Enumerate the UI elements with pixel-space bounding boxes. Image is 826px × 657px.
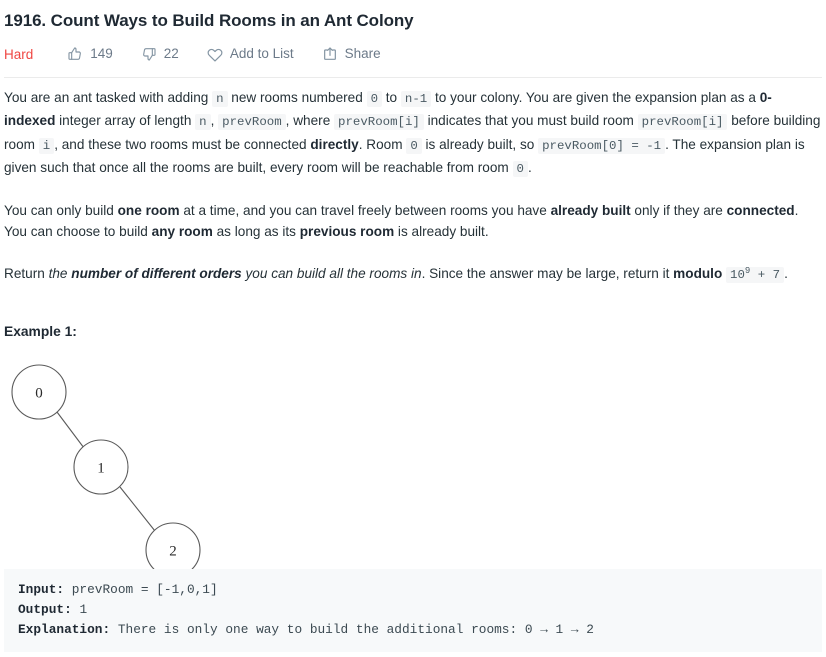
example-graph: 0 1 2 — [4, 353, 822, 578]
code-span-prevroom-i: prevRoom[i] — [334, 114, 424, 131]
code-span-prevroom: prevRoom — [218, 114, 286, 131]
text-fragment: . — [784, 265, 788, 281]
text-fragment: to your colony. You are given the expans… — [431, 90, 760, 105]
text-fragment: , and these two rooms must be connected — [54, 136, 311, 152]
text-fragment: is already built, so — [421, 136, 539, 152]
bold-connected: connected — [726, 203, 795, 219]
share-label: Share — [344, 46, 381, 61]
text-fragment: as long as its — [212, 224, 300, 240]
bold-any-room: any room — [151, 224, 213, 240]
bold-italic-number-of-orders: number of different orders — [71, 265, 242, 281]
graph-nodes: 0 1 2 — [11, 364, 201, 578]
code-span-n: n — [212, 91, 228, 107]
difficulty-badge: Hard — [4, 46, 34, 62]
explanation-value: There is only one way to build the addit… — [110, 622, 594, 638]
input-value: prevRoom = [-1,0,1] — [64, 582, 218, 598]
action-bar: Hard 149 22 Add to List Share — [4, 43, 822, 65]
text-fragment: to — [382, 90, 401, 105]
graph-node-label: 2 — [169, 544, 177, 560]
code-span-prevroom-i-2: prevRoom[i] — [637, 114, 728, 131]
bold-directly: directly — [310, 136, 359, 152]
example-code-block: Input: prevRoom = [-1,0,1] Output: 1 Exp… — [4, 569, 822, 653]
problem-description: You are an ant tasked with adding n new … — [4, 78, 822, 653]
explanation-label: Explanation: — [18, 622, 111, 638]
thumbs-down-icon — [141, 46, 157, 62]
code-span-n-minus-1: n-1 — [400, 91, 432, 107]
output-label: Output: — [18, 602, 72, 618]
problem-page: 1916. Count Ways to Build Rooms in an An… — [0, 10, 826, 653]
italic-build-rooms: you can build all the rooms in — [241, 265, 422, 281]
graph-node-label: 0 — [35, 386, 43, 402]
bold-previous-room: previous room — [299, 224, 395, 240]
text-fragment: integer array of length — [55, 113, 196, 129]
output-value: 1 — [71, 602, 88, 618]
text-fragment: at a time, and you can travel freely bet… — [179, 203, 551, 219]
graph-edge — [56, 411, 85, 449]
graph-svg: 0 1 2 — [11, 364, 201, 578]
text-fragment: new rooms numbered — [227, 90, 367, 105]
text-fragment: . Room — [358, 136, 407, 152]
code-span-prevroom-0-eq: prevRoom[0] = -1 — [538, 137, 666, 154]
share-button[interactable]: Share — [322, 46, 381, 62]
modulo-rest: + 7 — [750, 267, 781, 282]
graph-edge — [119, 486, 156, 532]
bold-one-room: one room — [117, 203, 180, 219]
example-heading: Example 1: — [4, 324, 77, 340]
text-fragment: is already built. — [394, 224, 489, 240]
modulo-base: 10 — [730, 267, 745, 282]
text-fragment: You can only build — [4, 203, 118, 219]
text-fragment: , where — [285, 113, 335, 129]
code-span-zero: 0 — [366, 91, 382, 107]
code-span-n-2: n — [195, 114, 211, 131]
like-count: 149 — [90, 46, 113, 61]
text-fragment: only if they are — [630, 203, 727, 219]
add-to-list-button[interactable]: Add to List — [207, 46, 294, 62]
code-span-zero-2: 0 — [406, 137, 422, 154]
italic-the: the — [48, 265, 72, 281]
input-label: Input: — [18, 582, 65, 598]
code-span-modulo-value: 109 + 7 — [726, 266, 785, 283]
text-fragment: You are an ant tasked with adding — [4, 90, 213, 105]
text-fragment: indicates that you must build room — [423, 113, 638, 129]
text-fragment: Return — [4, 265, 49, 281]
heart-icon — [207, 46, 223, 62]
page-title: 1916. Count Ways to Build Rooms in an An… — [4, 11, 414, 30]
code-span-i: i — [38, 137, 55, 154]
dislike-button[interactable]: 22 — [141, 46, 179, 62]
text-fragment: . Since the answer may be large, return … — [421, 265, 674, 281]
add-to-list-label: Add to List — [229, 46, 294, 61]
text-fragment: . — [527, 159, 532, 175]
thumbs-up-icon — [67, 46, 83, 62]
code-span-zero-3: 0 — [512, 160, 528, 177]
description-paragraph-2: You can only build one room at a time, a… — [4, 200, 822, 243]
graph-node-label: 1 — [97, 461, 105, 477]
dislike-count: 22 — [163, 46, 179, 61]
bold-already-built: already built — [550, 203, 631, 219]
bold-modulo: modulo — [673, 265, 723, 281]
share-icon — [322, 46, 338, 62]
description-paragraph-1: You are an ant tasked with adding n new … — [4, 87, 822, 180]
like-button[interactable]: 149 — [67, 46, 113, 62]
description-paragraph-3: Return the number of different orders yo… — [4, 263, 822, 286]
